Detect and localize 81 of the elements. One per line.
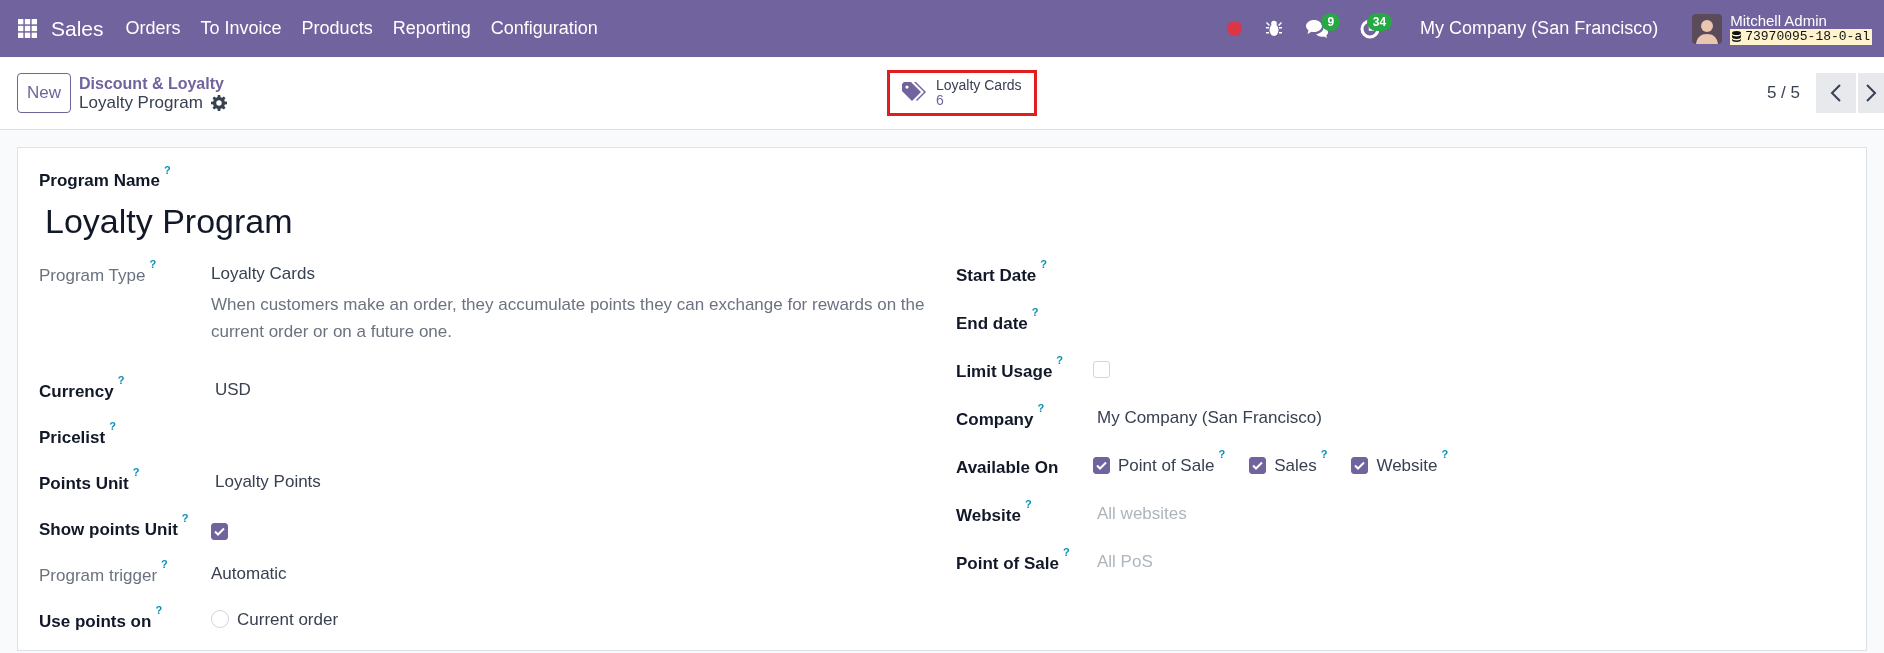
database-icon	[1732, 31, 1742, 42]
field-label: Point of Sale	[956, 553, 1059, 573]
input-field[interactable]: All PoS	[1093, 548, 1393, 574]
check-icon	[1096, 460, 1107, 470]
help-tooltip[interactable]: ?	[1056, 354, 1064, 367]
help-tooltip[interactable]: ?	[1040, 258, 1048, 271]
field-label: Program trigger	[39, 565, 158, 585]
help-tooltip[interactable]: ?	[1037, 402, 1045, 415]
menu-item[interactable]: Orders	[115, 15, 191, 42]
menu-item[interactable]: Reporting	[382, 15, 481, 42]
chevron-right-icon	[1865, 83, 1877, 103]
field-label: Points Unit	[39, 473, 129, 493]
recording-dot-icon[interactable]	[1227, 21, 1243, 36]
option-label: Point of Sale	[1118, 455, 1215, 475]
help-tooltip[interactable]: ?	[1441, 448, 1449, 461]
chat-icon[interactable]	[1306, 19, 1329, 38]
help-tooltip[interactable]: ?	[1062, 546, 1070, 559]
field-label: End date	[956, 313, 1028, 333]
help-tooltip[interactable]: ?	[1320, 448, 1328, 461]
field-label: Currency	[39, 381, 114, 401]
next-button[interactable]	[1858, 73, 1884, 113]
help-tooltip[interactable]: ?	[132, 466, 140, 479]
field-label: Program Name	[39, 171, 160, 190]
help-tooltip[interactable]: ?	[1218, 448, 1226, 461]
field-label: Available On	[956, 457, 1059, 477]
checkbox[interactable]	[1249, 456, 1267, 474]
help-tooltip[interactable]: ?	[181, 512, 189, 525]
help-tooltip[interactable]: ?	[149, 258, 157, 271]
field-label: Program Type	[39, 265, 146, 285]
database-name: 73970095-18-0-al	[1730, 28, 1872, 45]
avatar-icon[interactable]	[1692, 13, 1723, 44]
check-icon	[1354, 460, 1366, 470]
field-label: Pricelist	[39, 427, 106, 447]
breadcrumb-link[interactable]: Discount & Loyalty	[79, 73, 227, 93]
help-tooltip[interactable]: ?	[109, 420, 116, 433]
field-label: Website	[956, 505, 1021, 525]
previous-button[interactable]	[1816, 73, 1856, 113]
field-label: Show points Unit	[39, 519, 178, 539]
check-icon	[214, 526, 225, 536]
smart-button[interactable]: Loyalty Cards 6	[887, 70, 1037, 116]
pager-counter: 5 / 5	[1766, 82, 1800, 105]
checkbox[interactable]	[211, 522, 228, 540]
option-label: Sales	[1274, 455, 1317, 475]
new-button[interactable]: New	[17, 73, 71, 113]
field-value: Automatic	[211, 562, 288, 585]
user-name[interactable]: Mitchell Admin	[1730, 12, 1872, 29]
option-label: Website	[1376, 455, 1438, 475]
field-value[interactable]: My Company (San Francisco)	[1093, 404, 1845, 430]
app-name[interactable]: Sales	[37, 12, 116, 45]
help-tooltip[interactable]: ?	[1031, 306, 1039, 319]
program-name-field[interactable]: Loyalty Program	[39, 195, 1845, 247]
settings-icon[interactable]	[210, 94, 227, 111]
help-tooltip[interactable]: ?	[117, 374, 125, 387]
menu-item[interactable]: Configuration	[480, 15, 608, 42]
message-count-badge: 9	[1321, 13, 1341, 31]
input-field[interactable]: All websites	[1093, 500, 1393, 526]
checkbox[interactable]	[1351, 456, 1369, 474]
field-value: Loyalty Cards	[211, 262, 316, 285]
help-tooltip[interactable]: ?	[163, 163, 171, 176]
bug-icon[interactable]	[1266, 20, 1283, 37]
help-tooltip[interactable]: ?	[1024, 498, 1032, 511]
field-label: Use points on	[39, 611, 152, 631]
field-label: Company	[956, 409, 1034, 429]
checkbox[interactable]	[1093, 456, 1110, 474]
help-tooltip[interactable]: ?	[161, 558, 168, 571]
activity-count-badge: 34	[1366, 12, 1393, 31]
help-tooltip[interactable]: ?	[155, 604, 163, 617]
record-title: Loyalty Program	[79, 92, 203, 113]
field-label: Limit Usage	[956, 361, 1053, 381]
field-value[interactable]: Loyalty Points	[211, 468, 942, 494]
check-icon	[1252, 460, 1264, 470]
menu-item[interactable]: Products	[291, 15, 383, 42]
field-label: Start Date	[956, 265, 1037, 285]
option-label: Current order	[237, 608, 339, 631]
menu-item[interactable]: To Invoice	[190, 15, 292, 42]
field-description: When customers make an order, they accumulate points they can exchange for rewards on the current order or on a future one.	[211, 294, 926, 343]
chevron-left-icon	[1830, 83, 1842, 103]
company-switcher[interactable]: My Company (San Francisco)	[1412, 15, 1669, 42]
apps-menu-icon[interactable]	[18, 19, 37, 38]
tags-icon	[902, 82, 928, 104]
field-value[interactable]: USD	[211, 376, 942, 402]
